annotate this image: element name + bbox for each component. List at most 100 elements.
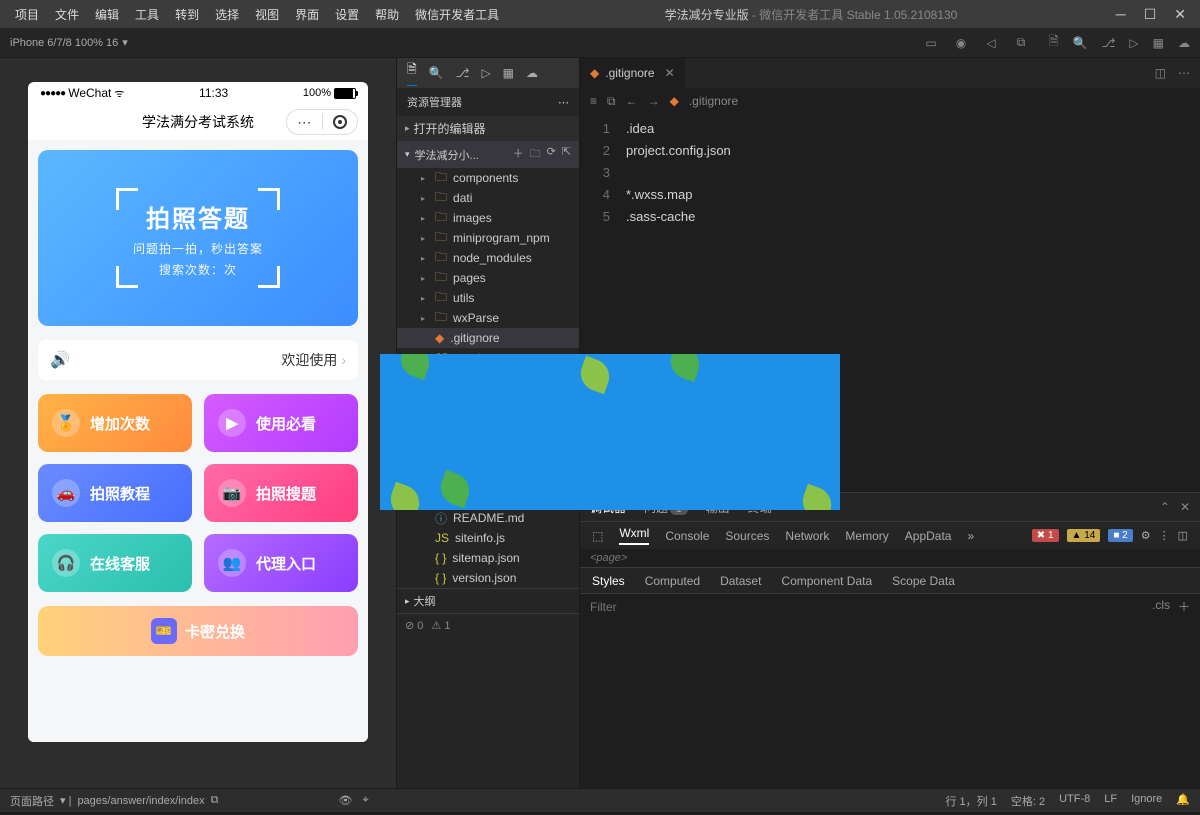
tile-increase[interactable]: 🏅增加次数 — [38, 394, 192, 452]
search-side-icon[interactable]: 🔍 — [429, 66, 444, 80]
menu-wechat-devtools[interactable]: 微信开发者工具 — [408, 3, 506, 26]
page-path[interactable]: pages/answer/index/index — [77, 795, 204, 807]
devtab-console[interactable]: Console — [665, 529, 709, 543]
info-pill[interactable]: ■ 2 — [1108, 529, 1132, 542]
tile-search[interactable]: 📷拍照搜题 — [204, 464, 358, 522]
more-editor-icon[interactable]: ⋯ — [1178, 66, 1190, 80]
folder-item[interactable]: ▸🗀miniprogram_npm — [397, 228, 579, 248]
bell-icon[interactable]: 🔔 — [1176, 793, 1190, 809]
folder-item[interactable]: ▸🗀dati — [397, 188, 579, 208]
folder-item[interactable]: ▸🗀wxParse — [397, 308, 579, 328]
styletab-computed[interactable]: Computed — [645, 574, 700, 588]
menu-tools[interactable]: 工具 — [128, 3, 166, 26]
cursor-pos[interactable]: 行 1，列 1 — [945, 793, 996, 809]
more-side-icon[interactable]: ☁ — [526, 66, 538, 80]
menu-settings[interactable]: 设置 — [328, 3, 366, 26]
devtab-more-icon[interactable]: » — [967, 529, 974, 543]
menu-file[interactable]: 文件 — [48, 3, 86, 26]
close-panel-icon[interactable]: ✕ — [1180, 500, 1190, 514]
menu-select[interactable]: 选择 — [208, 3, 246, 26]
open-editors-section[interactable]: ▸打开的编辑器 — [397, 116, 579, 141]
list-icon[interactable]: ≡ — [590, 94, 597, 108]
error-pill[interactable]: ✖ 1 — [1032, 529, 1059, 542]
project-section[interactable]: ▾学法减分小... ＋🗀⟳⇱ — [397, 141, 579, 168]
record-icon[interactable]: ◉ — [953, 36, 969, 50]
close-button[interactable]: ✕ — [1174, 6, 1186, 23]
debug-icon[interactable]: ▷ — [1129, 36, 1138, 50]
nav-back-icon[interactable]: ← — [626, 94, 638, 108]
refresh-icon[interactable]: ⟳ — [547, 145, 556, 164]
split-icon[interactable]: ◫ — [1155, 66, 1166, 80]
style-filter-input[interactable] — [590, 600, 1152, 614]
extension-icon[interactable]: ▦ — [1153, 36, 1164, 50]
close-tab-icon[interactable]: ✕ — [665, 66, 675, 80]
devtab-appdata[interactable]: AppData — [905, 529, 952, 543]
home-icon[interactable]: ⧉ — [1013, 35, 1029, 50]
device-icon[interactable]: ▭ — [923, 36, 939, 50]
warning-pill[interactable]: ▲ 14 — [1067, 529, 1101, 542]
outline-section[interactable]: ▸大纲 — [397, 588, 579, 613]
warning-icon[interactable]: ⚠ 1 — [431, 619, 450, 632]
run-icon[interactable]: ▷ — [481, 66, 490, 80]
copy-icon[interactable]: ⧉ — [211, 794, 219, 807]
device-selector[interactable]: iPhone 6/7/8 100% 16 ▾ — [10, 36, 128, 49]
bookmark-icon[interactable]: ⧉ — [607, 94, 616, 109]
menu-project[interactable]: 项目 — [8, 3, 46, 26]
menu-goto[interactable]: 转到 — [168, 3, 206, 26]
styletab-dataset[interactable]: Dataset — [720, 574, 761, 588]
tile-service[interactable]: 🎧在线客服 — [38, 534, 192, 592]
minimize-button[interactable]: ─ — [1116, 6, 1126, 23]
eye-icon[interactable]: 👁 — [339, 794, 353, 807]
dock-icon[interactable]: ◫ — [1178, 529, 1188, 542]
page-element[interactable]: <page> — [580, 549, 1200, 567]
kebab-icon[interactable]: ⋮ — [1159, 529, 1170, 542]
maximize-button[interactable]: ☐ — [1144, 6, 1157, 23]
indent[interactable]: 空格: 2 — [1011, 793, 1045, 809]
error-icon[interactable]: ⊘ 0 — [405, 619, 423, 632]
folder-item[interactable]: ▸🗀images — [397, 208, 579, 228]
devtab-memory[interactable]: Memory — [845, 529, 888, 543]
new-folder-icon[interactable]: 🗀 — [530, 145, 541, 164]
file-item[interactable]: ⓘREADME.md — [397, 508, 579, 528]
file-item[interactable]: { }version.json — [397, 568, 579, 588]
notice-bar[interactable]: 🔊 欢迎使用› — [38, 340, 358, 380]
encoding[interactable]: UTF-8 — [1059, 793, 1090, 809]
files-icon[interactable]: 🗎 — [407, 60, 417, 86]
redeem-button[interactable]: 🎫卡密兑换 — [38, 606, 358, 656]
menu-ui[interactable]: 界面 — [288, 3, 326, 26]
capsule-button[interactable]: ⋯ — [286, 109, 358, 135]
collapse-icon[interactable]: ⇱ — [562, 145, 571, 164]
tile-agent[interactable]: 👥代理入口 — [204, 534, 358, 592]
inspect-icon[interactable]: ⬚ — [592, 529, 603, 543]
nav-fwd-icon[interactable]: → — [648, 94, 660, 108]
devtab-sources[interactable]: Sources — [725, 529, 769, 543]
code-area[interactable]: 12345 .ideaproject.config.json *.wxss.ma… — [580, 114, 1200, 492]
folder-item[interactable]: ▸🗀components — [397, 168, 579, 188]
styletab-component[interactable]: Component Data — [781, 574, 872, 588]
menu-help[interactable]: 帮助 — [368, 3, 406, 26]
menu-edit[interactable]: 编辑 — [88, 3, 126, 26]
branch-icon[interactable]: ⎇ — [456, 66, 470, 80]
new-file-icon[interactable]: ＋ — [513, 145, 524, 164]
tile-guide[interactable]: ▶使用必看 — [204, 394, 358, 452]
editor-tab[interactable]: ◆.gitignore✕ — [580, 58, 686, 88]
styletab-scope[interactable]: Scope Data — [892, 574, 955, 588]
tile-tutorial[interactable]: 🚗拍照教程 — [38, 464, 192, 522]
cls-button[interactable]: .cls — [1152, 598, 1170, 615]
location-icon[interactable]: ⌖ — [362, 794, 368, 807]
file-item[interactable]: ◆.gitignore — [397, 328, 579, 348]
hero-card[interactable]: 拍照答题 问题拍一拍，秒出答案 搜索次数：次 — [38, 150, 358, 326]
gear-icon[interactable]: ⚙ — [1141, 529, 1151, 542]
explorer-more-icon[interactable]: ⋯ — [558, 96, 569, 109]
back-icon[interactable]: ◁ — [983, 36, 999, 50]
menu-view[interactable]: 视图 — [248, 3, 286, 26]
search-icon[interactable]: 🔍 — [1073, 36, 1088, 50]
ext-icon[interactable]: ▦ — [503, 66, 514, 80]
file-item[interactable]: JSsiteinfo.js — [397, 528, 579, 548]
add-style-icon[interactable]: ＋ — [1178, 598, 1190, 615]
folder-item[interactable]: ▸🗀node_modules — [397, 248, 579, 268]
cloud-icon[interactable]: ☁ — [1178, 36, 1190, 50]
chevron-up-icon[interactable]: ⌃ — [1160, 500, 1170, 514]
devtab-network[interactable]: Network — [785, 529, 829, 543]
styletab-styles[interactable]: Styles — [592, 574, 625, 588]
